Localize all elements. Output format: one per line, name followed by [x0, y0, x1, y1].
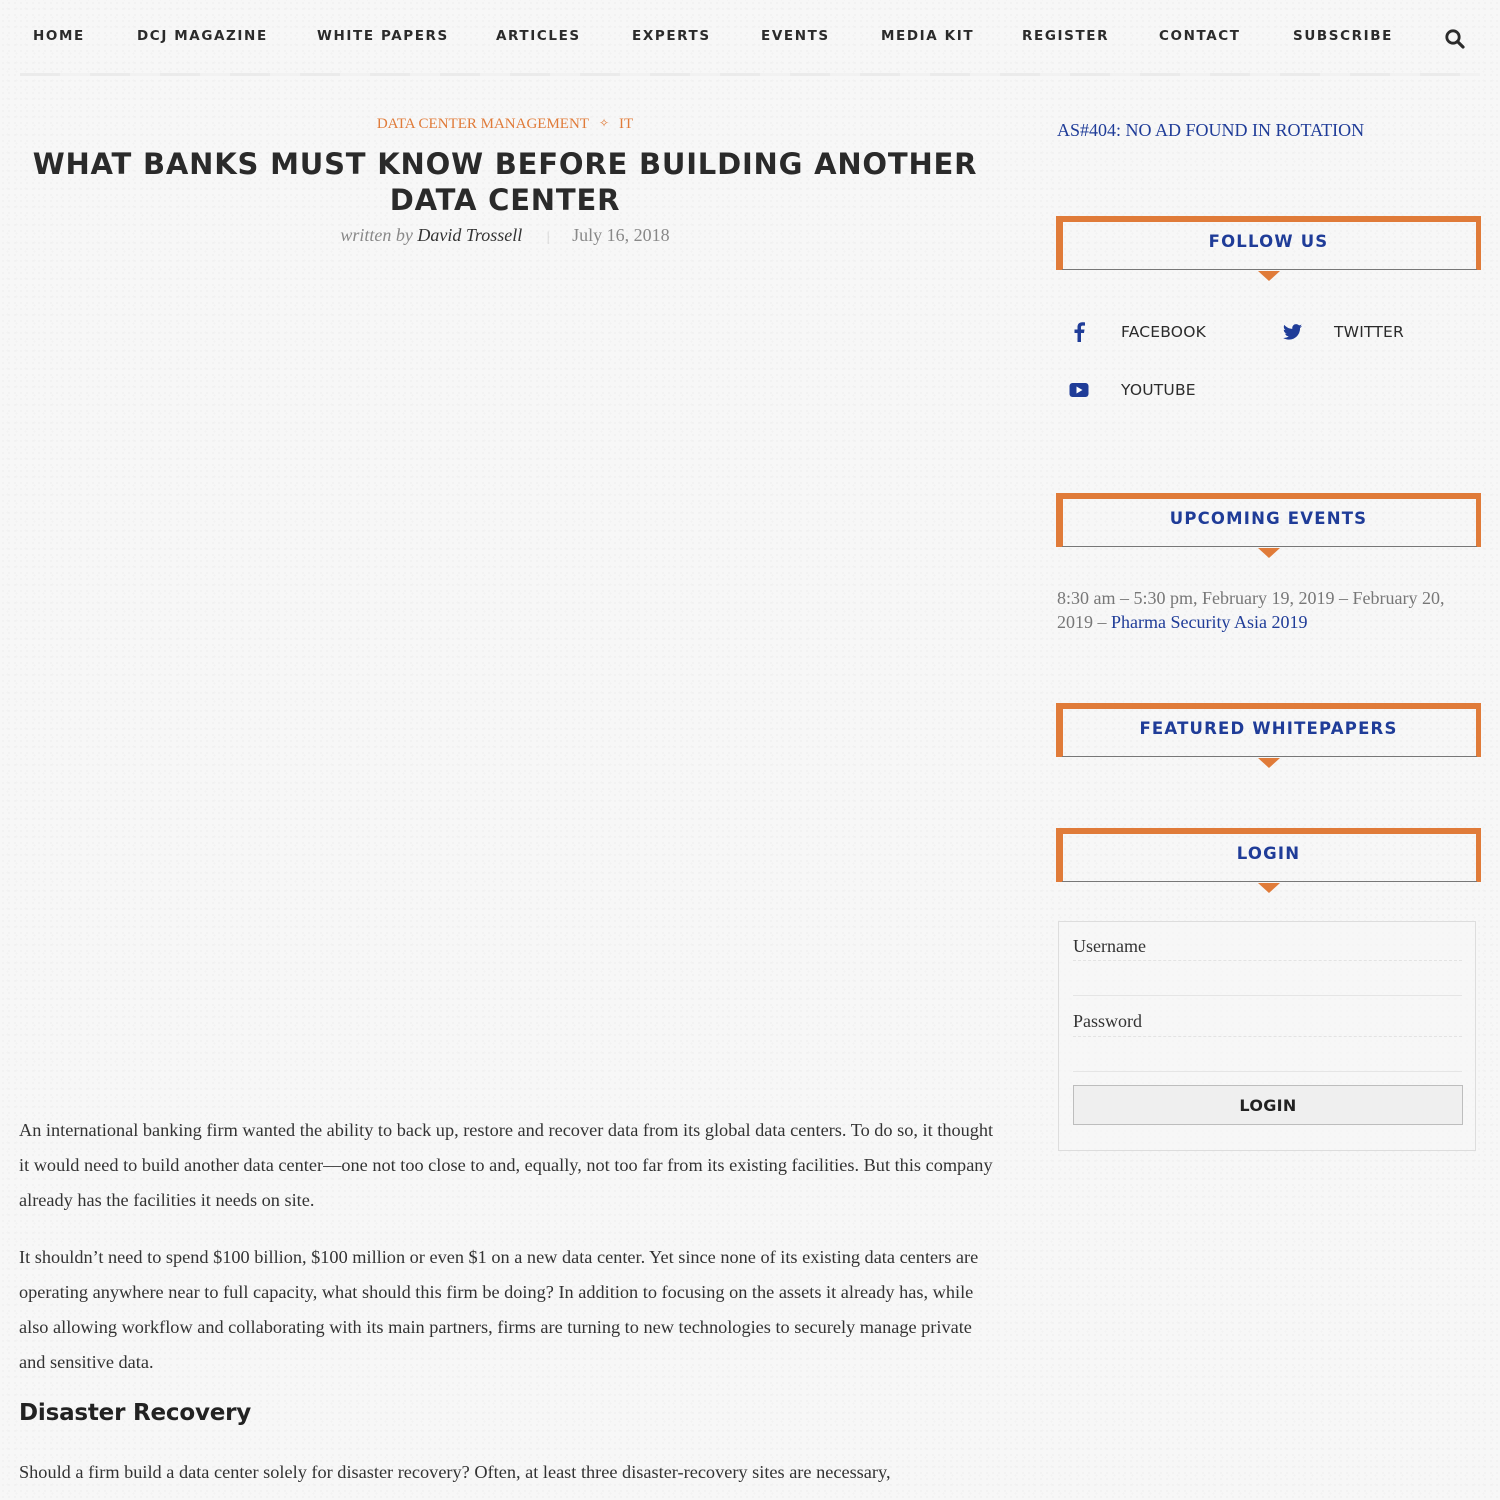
caret-down-icon: [1258, 548, 1280, 558]
article-date: July 16, 2018: [572, 225, 670, 245]
widget-title: FOLLOW US: [1208, 232, 1329, 251]
nav-white-papers[interactable]: WHITE PAPERS: [317, 28, 449, 44]
article-meta: written by David Trossell | July 16, 201…: [0, 225, 1010, 246]
follow-us-header: FOLLOW US: [1056, 216, 1481, 281]
meta-separator: |: [546, 230, 550, 245]
caret-down-icon: [1258, 758, 1280, 768]
ad-placeholder-link[interactable]: AS#404: NO AD FOUND IN ROTATION: [1057, 120, 1364, 141]
facebook-icon: [1057, 317, 1101, 347]
written-by-label: written by: [340, 225, 413, 245]
nav-divider: [20, 73, 1480, 76]
article-categories: DATA CENTER MANAGEMENT ✧ IT: [0, 116, 1010, 133]
nav-articles[interactable]: ARTICLES: [496, 28, 581, 44]
nav-media-kit[interactable]: MEDIA KIT: [881, 28, 974, 44]
featured-whitepapers-header: FEATURED WHITEPAPERS: [1056, 703, 1481, 768]
article-paragraph: It shouldn’t need to spend $100 billion,…: [19, 1247, 979, 1372]
login-button[interactable]: LOGIN: [1073, 1085, 1463, 1125]
nav-events[interactable]: EVENTS: [761, 28, 830, 44]
caret-down-icon: [1258, 883, 1280, 893]
category-it[interactable]: IT: [619, 116, 633, 132]
section-heading: Disaster Recovery: [19, 1400, 252, 1426]
search-icon[interactable]: [1444, 28, 1466, 50]
widget-title: LOGIN: [1236, 844, 1301, 863]
featured-image-area: [15, 270, 995, 1090]
top-navigation: HOME DCJ MAGAZINE WHITE PAPERS ARTICLES …: [0, 0, 1500, 74]
article-title: WHAT BANKS MUST KNOW BEFORE BUILDING ANO…: [32, 147, 978, 217]
event-item: 8:30 am – 5:30 pm, February 19, 2019 – F…: [1057, 586, 1482, 634]
article-paragraph: An international banking firm wanted the…: [19, 1120, 994, 1210]
youtube-icon: [1057, 375, 1101, 405]
social-facebook[interactable]: FACEBOOK: [1057, 317, 1206, 347]
social-label: TWITTER: [1334, 323, 1404, 341]
widget-title: UPCOMING EVENTS: [1169, 509, 1368, 528]
nav-home[interactable]: HOME: [33, 28, 85, 44]
social-label: FACEBOOK: [1121, 323, 1206, 341]
nav-experts[interactable]: EXPERTS: [632, 28, 711, 44]
widget-title: FEATURED WHITEPAPERS: [1139, 719, 1398, 738]
nav-dcj-magazine[interactable]: DCJ MAGAZINE: [137, 28, 268, 44]
category-separator-icon: ✧: [598, 116, 609, 130]
social-youtube[interactable]: YOUTUBE: [1057, 375, 1196, 405]
upcoming-events-header: UPCOMING EVENTS: [1056, 493, 1481, 558]
event-link[interactable]: Pharma Security Asia 2019: [1111, 612, 1307, 632]
username-input[interactable]: [1073, 960, 1462, 996]
username-label: Username: [1073, 936, 1146, 956]
password-label: Password: [1073, 1011, 1143, 1031]
category-data-center-management[interactable]: DATA CENTER MANAGEMENT: [377, 116, 589, 132]
password-input[interactable]: [1073, 1036, 1462, 1072]
twitter-icon: [1270, 317, 1314, 347]
author-link[interactable]: David Trossell: [417, 225, 522, 245]
login-header: LOGIN: [1056, 828, 1481, 893]
nav-register[interactable]: REGISTER: [1022, 28, 1109, 44]
caret-down-icon: [1258, 271, 1280, 281]
social-label: YOUTUBE: [1121, 381, 1196, 399]
social-twitter[interactable]: TWITTER: [1270, 317, 1404, 347]
nav-subscribe[interactable]: SUBSCRIBE: [1293, 28, 1393, 44]
login-form: Username Password LOGIN: [1058, 921, 1476, 1151]
article-paragraph: Should a firm build a data center solely…: [19, 1462, 891, 1482]
nav-contact[interactable]: CONTACT: [1159, 28, 1241, 44]
